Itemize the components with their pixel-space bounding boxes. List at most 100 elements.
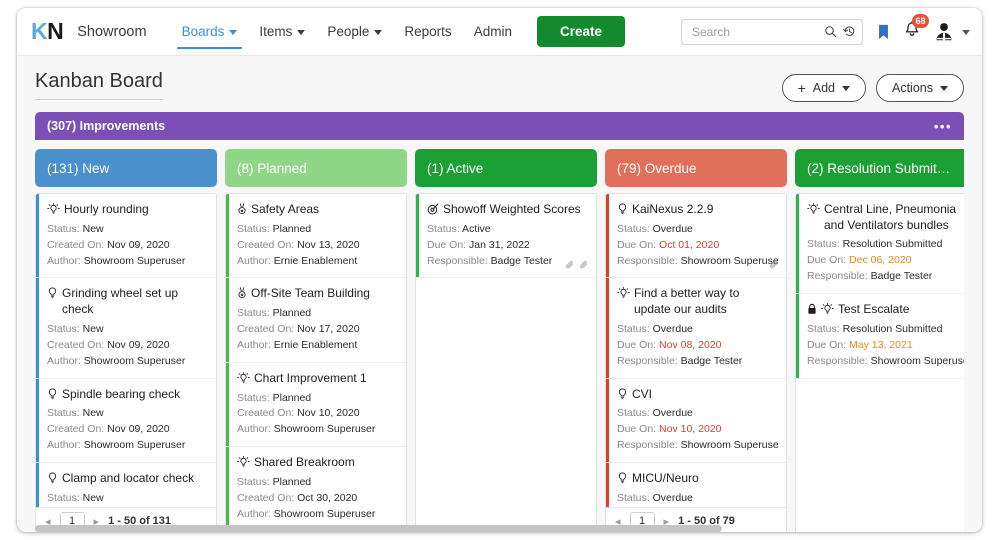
column-header[interactable]: (2) Resolution Submit… <box>795 149 964 187</box>
card-field-label: Status: <box>617 407 653 419</box>
add-chevron-down-icon <box>842 86 850 91</box>
board-card[interactable]: Find a better way to update our auditsSt… <box>606 278 786 378</box>
history-icon[interactable] <box>843 25 856 38</box>
board-card[interactable]: Chart Improvement 1Status: PlannedCreate… <box>226 363 406 447</box>
bookmark-icon[interactable] <box>877 24 890 40</box>
card-field-value: Showroom Superuser <box>84 439 186 451</box>
card-title: CVI <box>617 387 778 403</box>
card-field: Status: Overdue <box>617 406 778 422</box>
card-field-value: New <box>83 323 104 335</box>
card-field-label: Responsible: <box>617 355 681 367</box>
search-icon[interactable] <box>824 25 837 38</box>
card-field-value: Badge Tester <box>491 255 553 267</box>
lightbulb-icon <box>617 203 628 215</box>
card-field-value: Oct 30, 2020 <box>297 492 357 504</box>
card-field: Responsible: Showroom Superuser <box>617 438 778 454</box>
avatar-chevron-down-icon[interactable] <box>962 30 970 35</box>
board-columns: (131) NewHourly roundingStatus: NewCreat… <box>35 140 964 532</box>
card-field-label: Due On: <box>617 339 659 351</box>
nav-item-admin[interactable]: Admin <box>463 8 523 55</box>
card-field: Responsible: Showroom Superuser <box>807 354 964 370</box>
paperclip-icon <box>579 260 589 271</box>
lightbulb-icon <box>47 287 58 299</box>
board-card[interactable]: CVIStatus: OverdueDue On: Nov 10, 2020Re… <box>606 379 786 463</box>
card-title-text: Clamp and locator check <box>62 471 208 487</box>
card-field: Status: Active <box>427 222 588 238</box>
card-title: Clamp and locator check <box>47 471 208 487</box>
card-field-label: Status: <box>237 307 273 319</box>
column-header-label: (79) Overdue <box>617 161 697 176</box>
card-field-label: Responsible: <box>617 439 681 451</box>
card-field: Created On: Oct 30, 2020 <box>237 491 398 507</box>
notification-bell-icon[interactable]: 68 <box>904 21 920 43</box>
board-card[interactable]: Spindle bearing checkStatus: NewCreated … <box>36 379 216 463</box>
card-field-value: Overdue <box>653 323 693 335</box>
board-overflow-menu-icon[interactable]: ••• <box>934 119 952 134</box>
card-field: Status: New <box>47 322 208 338</box>
horizontal-scrollbar-thumb[interactable] <box>35 525 722 532</box>
card-field-value: New <box>83 492 104 504</box>
user-avatar-menu[interactable] <box>933 21 970 43</box>
card-field-label: Author: <box>237 423 274 435</box>
nav-item-label: Admin <box>474 24 512 39</box>
nav-item-people[interactable]: People <box>316 8 393 55</box>
search-input[interactable] <box>692 25 824 39</box>
card-field: Responsible: Showroom Superuser <box>617 254 778 270</box>
board-card[interactable]: Showoff Weighted ScoresStatus: ActiveDue… <box>416 194 596 278</box>
idea-burst-icon <box>237 372 250 384</box>
card-field: Status: New <box>47 222 208 238</box>
app-logo[interactable]: KN <box>31 18 63 45</box>
board-card[interactable]: KaiNexus 2.2.9Status: OverdueDue On: Oct… <box>606 194 786 278</box>
board-card[interactable]: Hourly roundingStatus: NewCreated On: No… <box>36 194 216 278</box>
card-field-label: Status: <box>237 223 273 235</box>
column-body: Hourly roundingStatus: NewCreated On: No… <box>35 193 217 532</box>
column-header[interactable]: (131) New <box>35 149 217 187</box>
card-field-label: Status: <box>807 238 843 250</box>
card-field-value: Showroom Superuser <box>84 355 186 367</box>
card-field-label: Status: <box>237 476 273 488</box>
logo-letter-k: K <box>31 18 47 44</box>
card-field: Due On: Jan 31, 2022 <box>427 238 588 254</box>
idea-burst-icon <box>807 203 820 215</box>
search-box[interactable] <box>681 19 863 45</box>
card-field-label: Responsible: <box>807 270 871 282</box>
card-title: Safety Areas <box>237 202 398 218</box>
card-field-value: Nov 08, 2020 <box>659 339 721 351</box>
card-field-label: Created On: <box>47 239 107 251</box>
lightbulb-icon <box>617 388 628 400</box>
nav-right-cluster: 68 <box>681 19 970 45</box>
horizontal-scrollbar[interactable] <box>35 525 964 532</box>
board-column: (131) NewHourly roundingStatus: NewCreat… <box>35 149 217 532</box>
card-field: Author: Showroom Superuser <box>47 438 208 454</box>
column-header[interactable]: (1) Active <box>415 149 597 187</box>
board-card[interactable]: Safety AreasStatus: PlannedCreated On: N… <box>226 194 406 278</box>
nav-item-boards[interactable]: Boards <box>171 8 249 55</box>
board-card[interactable]: Central Line, Pneumonia and Ventilators … <box>796 194 964 294</box>
card-field: Author: Showroom Superuser <box>47 254 208 270</box>
card-title-text: Off-Site Team Building <box>251 286 398 302</box>
card-field-value: Showroom Superuser <box>274 508 376 520</box>
actions-button[interactable]: Actions <box>876 74 964 102</box>
card-title-text: Test Escalate <box>838 302 964 318</box>
card-field-value: Dec 06, 2020 <box>849 254 911 266</box>
board-card[interactable]: Test EscalateStatus: Resolution Submitte… <box>796 294 964 378</box>
add-button[interactable]: + Add <box>782 74 866 102</box>
column-header[interactable]: (79) Overdue <box>605 149 787 187</box>
card-title-text: Find a better way to update our audits <box>634 286 778 317</box>
create-button[interactable]: Create <box>537 16 625 47</box>
card-field: Status: New <box>47 491 208 507</box>
board-card[interactable]: Grinding wheel set up checkStatus: NewCr… <box>36 278 216 378</box>
column-header[interactable]: (8) Planned <box>225 149 407 187</box>
card-field-value: Nov 09, 2020 <box>107 339 169 351</box>
card-field: Responsible: Badge Tester <box>617 354 778 370</box>
nav-item-reports[interactable]: Reports <box>393 8 462 55</box>
card-title: Find a better way to update our audits <box>617 286 778 317</box>
board-card[interactable]: Shared BreakroomStatus: PlannedCreated O… <box>226 447 406 531</box>
card-title: Central Line, Pneumonia and Ventilators … <box>807 202 964 233</box>
card-field: Status: New <box>47 406 208 422</box>
nav-item-items[interactable]: Items <box>248 8 316 55</box>
card-field-value: New <box>83 223 104 235</box>
card-title-text: KaiNexus 2.2.9 <box>632 202 778 218</box>
card-field: Created On: Nov 09, 2020 <box>47 422 208 438</box>
board-card[interactable]: Off-Site Team BuildingStatus: PlannedCre… <box>226 278 406 362</box>
